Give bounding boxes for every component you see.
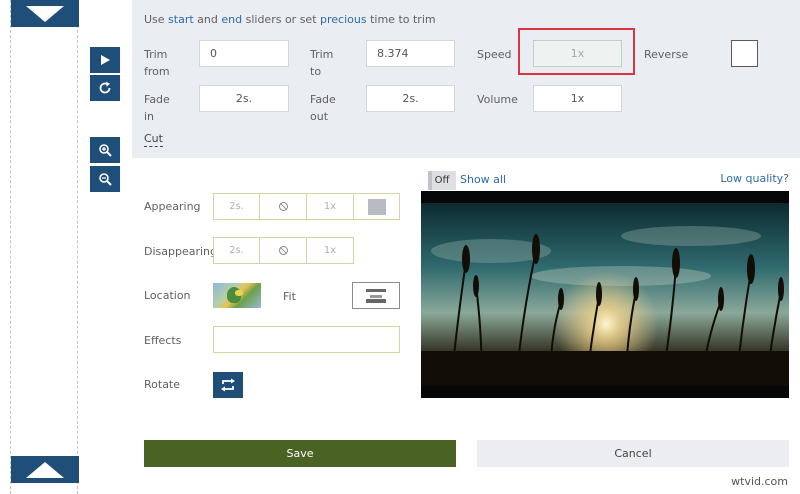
fade-out-input[interactable]: 2s. [366,85,455,112]
fit-button[interactable] [352,282,400,309]
appearing-duration[interactable]: 2s. [213,193,260,220]
fit-label: Fit [283,290,296,303]
disappearing-speed[interactable]: 1x [306,237,354,264]
cut-link[interactable]: Cut [144,132,163,147]
zoom-out-icon [99,173,112,186]
effects-label: Effects [144,334,182,347]
scroll-up-button[interactable] [11,0,79,27]
cancel-button[interactable]: Cancel [477,440,789,467]
location-label: Location [144,289,191,302]
location-thumbnail[interactable] [213,283,261,308]
appearing-effect-none[interactable] [259,193,307,220]
trim-from-input[interactable]: 0 [199,40,289,67]
zoom-out-button[interactable] [90,166,120,192]
trim-settings-panel: Use start and end sliders or set preciou… [132,0,800,158]
save-button[interactable]: Save [144,440,456,467]
reverse-checkbox[interactable] [731,40,758,67]
show-all-label: Show all [460,173,507,186]
fade-in-input[interactable]: 2s. [199,85,289,112]
fade-in-label-line: in [144,110,155,123]
trim-to-input[interactable]: 8.374 [366,40,455,67]
trim-from-label-line: from [144,65,170,78]
reverse-label: Reverse [644,48,689,61]
play-button[interactable] [90,47,120,73]
video-frame [421,191,789,398]
triangle-up-icon [26,461,64,478]
ban-icon [278,246,288,255]
refresh-button[interactable] [90,75,120,101]
low-quality-link[interactable]: Low quality? [720,172,789,185]
disappearing-duration[interactable]: 2s. [213,237,260,264]
play-icon [101,55,110,65]
volume-input[interactable]: 1x [533,85,622,112]
volume-label: Volume [477,93,518,106]
zoom-in-icon [99,144,112,157]
triangle-down-icon [26,5,64,22]
scroll-down-button[interactable] [11,456,79,483]
disappearing-label: Disappearing [144,245,218,258]
precious-link[interactable]: precious [320,13,367,26]
trim-to-label-line: Trim [310,48,334,61]
appearing-color[interactable] [353,193,400,220]
ban-icon [278,202,288,211]
hint-text: and [193,13,222,26]
hint-text: Use [144,13,169,26]
rotate-label: Rotate [144,378,181,391]
hint-text: sliders or set [242,13,321,26]
fade-in-label-line: Fade [144,93,170,106]
rotate-icon [221,378,235,392]
speed-label: Speed [477,48,512,61]
trim-to-label: Trim to [310,46,333,80]
end-link[interactable]: end [221,13,242,26]
trim-to-label-line: to [310,65,322,78]
trim-from-label-line: Trim [144,48,168,61]
video-preview[interactable] [421,191,789,398]
trim-from-label: Trim from [144,46,170,80]
disappearing-effect-none[interactable] [259,237,307,264]
speed-input[interactable]: 1x [533,40,622,67]
color-swatch [367,198,386,215]
fade-in-label: Fade in [144,91,170,125]
refresh-icon [99,81,111,94]
fit-icon [366,288,386,303]
fade-out-label-line: out [310,110,329,123]
effects-input[interactable] [213,326,400,353]
start-link[interactable]: start [168,13,194,26]
hint-text: time to trim [366,13,436,26]
rotate-button[interactable] [213,372,243,398]
fade-out-label-line: Fade [310,93,336,106]
appearing-label: Appearing [144,200,201,213]
appearing-speed[interactable]: 1x [306,193,354,220]
trim-hint: Use start and end sliders or set preciou… [144,13,436,26]
timeline-strip [10,0,79,494]
parrot-beak [235,290,243,296]
show-all-toggle[interactable]: Off [428,171,456,190]
zoom-in-button[interactable] [90,137,120,163]
watermark: wtvid.com [731,475,788,488]
fade-out-label: Fade out [310,91,336,125]
